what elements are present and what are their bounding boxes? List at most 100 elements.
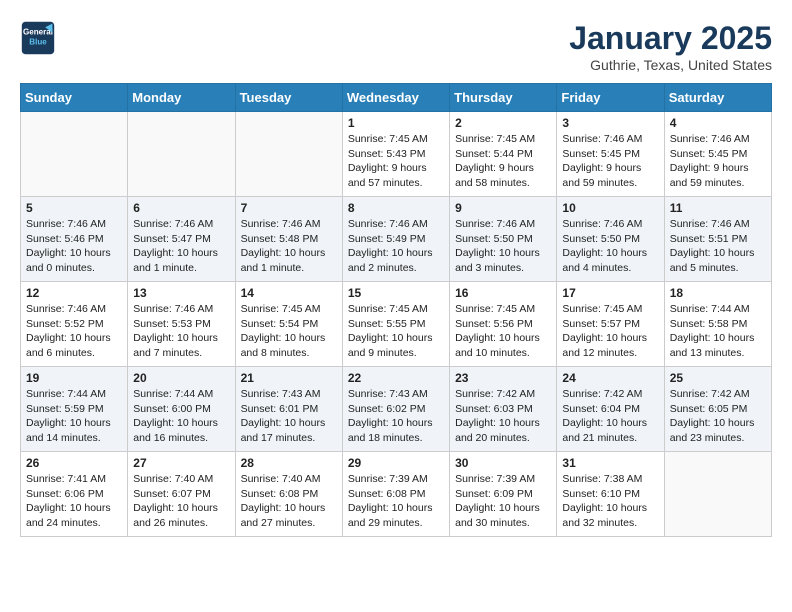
weekday-header: Monday: [128, 84, 235, 112]
calendar-cell: 15Sunrise: 7:45 AM Sunset: 5:55 PM Dayli…: [342, 282, 449, 367]
page-header: General Blue January 2025 Guthrie, Texas…: [20, 20, 772, 73]
day-number: 3: [562, 116, 658, 130]
day-number: 18: [670, 286, 766, 300]
calendar-week-row: 26 Sunrise: 7:41 AM Sunset: 6:06 PM Dayli…: [21, 452, 772, 537]
day-info: Sunrise: 7:45 AM Sunset: 5:54 PM Dayligh…: [241, 302, 337, 361]
day-info: Sunrise: 7:46 AM Sunset: 5:45 PM Dayligh…: [670, 132, 766, 191]
weekday-row: SundayMondayTuesdayWednesdayThursdayFrid…: [21, 84, 772, 112]
calendar-cell: 3 Sunrise: 7:46 AM Sunset: 5:45 PM Daylig…: [557, 112, 664, 197]
day-info: Sunrise: 7:44 AM Sunset: 6:00 PM Dayligh…: [133, 387, 229, 446]
calendar-cell: 10 Sunrise: 7:46 AM Sunset: 5:50 PM Dayli…: [557, 197, 664, 282]
calendar-cell: 27 Sunrise: 7:40 AM Sunset: 6:07 PM Dayli…: [128, 452, 235, 537]
day-info: Sunrise: 7:46 AM Sunset: 5:52 PM Dayligh…: [26, 302, 122, 361]
weekday-header: Wednesday: [342, 84, 449, 112]
calendar-cell: 16 Sunrise: 7:45 AM Sunset: 5:56 PM Dayli…: [450, 282, 557, 367]
day-number: 2: [455, 116, 551, 130]
calendar-cell: 24 Sunrise: 7:42 AM Sunset: 6:04 PM Dayli…: [557, 367, 664, 452]
day-info: Sunrise: 7:40 AM Sunset: 6:07 PM Dayligh…: [133, 472, 229, 531]
weekday-header: Friday: [557, 84, 664, 112]
calendar-week-row: 1 Sunrise: 7:45 AM Sunset: 5:43 PM Daylig…: [21, 112, 772, 197]
day-info: Sunrise: 7:45 AM Sunset: 5:56 PM Dayligh…: [455, 302, 551, 361]
day-info: Sunrise: 7:42 AM Sunset: 6:04 PM Dayligh…: [562, 387, 658, 446]
day-number: 28: [241, 456, 337, 470]
day-number: 22: [348, 371, 444, 385]
calendar-cell: 25 Sunrise: 7:42 AM Sunset: 6:05 PM Dayli…: [664, 367, 771, 452]
calendar-table: SundayMondayTuesdayWednesdayThursdayFrid…: [20, 83, 772, 537]
weekday-header: Thursday: [450, 84, 557, 112]
day-number: 29: [348, 456, 444, 470]
calendar-week-row: 12 Sunrise: 7:46 AM Sunset: 5:52 PM Dayli…: [21, 282, 772, 367]
day-number: 31: [562, 456, 658, 470]
calendar-cell: 1 Sunrise: 7:45 AM Sunset: 5:43 PM Daylig…: [342, 112, 449, 197]
day-info: Sunrise: 7:38 AM Sunset: 6:10 PM Dayligh…: [562, 472, 658, 531]
day-number: 8: [348, 201, 444, 215]
calendar-cell: 22 Sunrise: 7:43 AM Sunset: 6:02 PM Dayli…: [342, 367, 449, 452]
calendar-subtitle: Guthrie, Texas, United States: [569, 57, 772, 73]
calendar-cell: 30 Sunrise: 7:39 AM Sunset: 6:09 PM Dayli…: [450, 452, 557, 537]
calendar-cell: 23Sunrise: 7:42 AM Sunset: 6:03 PM Dayli…: [450, 367, 557, 452]
day-number: 19: [26, 371, 122, 385]
weekday-header: Saturday: [664, 84, 771, 112]
day-number: 9: [455, 201, 551, 215]
day-number: 13: [133, 286, 229, 300]
title-area: January 2025 Guthrie, Texas, United Stat…: [569, 20, 772, 73]
calendar-week-row: 19 Sunrise: 7:44 AM Sunset: 5:59 PM Dayli…: [21, 367, 772, 452]
day-info: Sunrise: 7:46 AM Sunset: 5:51 PM Dayligh…: [670, 217, 766, 276]
day-number: 11: [670, 201, 766, 215]
calendar-cell: 6Sunrise: 7:46 AM Sunset: 5:47 PM Daylig…: [128, 197, 235, 282]
weekday-header: Sunday: [21, 84, 128, 112]
calendar-cell: [664, 452, 771, 537]
weekday-header: Tuesday: [235, 84, 342, 112]
day-info: Sunrise: 7:39 AM Sunset: 6:09 PM Dayligh…: [455, 472, 551, 531]
day-info: Sunrise: 7:44 AM Sunset: 5:59 PM Dayligh…: [26, 387, 122, 446]
calendar-cell: 8 Sunrise: 7:46 AM Sunset: 5:49 PM Daylig…: [342, 197, 449, 282]
calendar-body: 1 Sunrise: 7:45 AM Sunset: 5:43 PM Daylig…: [21, 112, 772, 537]
day-info: Sunrise: 7:45 AM Sunset: 5:44 PM Dayligh…: [455, 132, 551, 191]
day-info: Sunrise: 7:41 AM Sunset: 6:06 PM Dayligh…: [26, 472, 122, 531]
day-number: 17: [562, 286, 658, 300]
day-number: 7: [241, 201, 337, 215]
calendar-cell: 9 Sunrise: 7:46 AM Sunset: 5:50 PM Daylig…: [450, 197, 557, 282]
day-number: 6: [133, 201, 229, 215]
calendar-cell: 7Sunrise: 7:46 AM Sunset: 5:48 PM Daylig…: [235, 197, 342, 282]
day-info: Sunrise: 7:45 AM Sunset: 5:55 PM Dayligh…: [348, 302, 444, 361]
day-number: 25: [670, 371, 766, 385]
calendar-cell: 2 Sunrise: 7:45 AM Sunset: 5:44 PM Daylig…: [450, 112, 557, 197]
day-info: Sunrise: 7:45 AM Sunset: 5:43 PM Dayligh…: [348, 132, 444, 191]
day-number: 23: [455, 371, 551, 385]
calendar-cell: 31 Sunrise: 7:38 AM Sunset: 6:10 PM Dayli…: [557, 452, 664, 537]
day-number: 12: [26, 286, 122, 300]
day-number: 24: [562, 371, 658, 385]
day-number: 14: [241, 286, 337, 300]
day-number: 5: [26, 201, 122, 215]
calendar-cell: 28Sunrise: 7:40 AM Sunset: 6:08 PM Dayli…: [235, 452, 342, 537]
calendar-cell: 5 Sunrise: 7:46 AM Sunset: 5:46 PM Daylig…: [21, 197, 128, 282]
day-info: Sunrise: 7:45 AM Sunset: 5:57 PM Dayligh…: [562, 302, 658, 361]
calendar-cell: [21, 112, 128, 197]
calendar-week-row: 5 Sunrise: 7:46 AM Sunset: 5:46 PM Daylig…: [21, 197, 772, 282]
calendar-header: SundayMondayTuesdayWednesdayThursdayFrid…: [21, 84, 772, 112]
day-info: Sunrise: 7:46 AM Sunset: 5:45 PM Dayligh…: [562, 132, 658, 191]
day-info: Sunrise: 7:46 AM Sunset: 5:46 PM Dayligh…: [26, 217, 122, 276]
day-info: Sunrise: 7:46 AM Sunset: 5:50 PM Dayligh…: [562, 217, 658, 276]
day-number: 26: [26, 456, 122, 470]
calendar-cell: 14 Sunrise: 7:45 AM Sunset: 5:54 PM Dayli…: [235, 282, 342, 367]
calendar-cell: 21Sunrise: 7:43 AM Sunset: 6:01 PM Dayli…: [235, 367, 342, 452]
calendar-cell: 4Sunrise: 7:46 AM Sunset: 5:45 PM Daylig…: [664, 112, 771, 197]
calendar-cell: [235, 112, 342, 197]
calendar-cell: 17 Sunrise: 7:45 AM Sunset: 5:57 PM Dayli…: [557, 282, 664, 367]
day-info: Sunrise: 7:42 AM Sunset: 6:05 PM Dayligh…: [670, 387, 766, 446]
calendar-cell: 13Sunrise: 7:46 AM Sunset: 5:53 PM Dayli…: [128, 282, 235, 367]
day-number: 30: [455, 456, 551, 470]
day-number: 27: [133, 456, 229, 470]
svg-text:Blue: Blue: [29, 37, 47, 46]
day-info: Sunrise: 7:43 AM Sunset: 6:02 PM Dayligh…: [348, 387, 444, 446]
day-info: Sunrise: 7:46 AM Sunset: 5:49 PM Dayligh…: [348, 217, 444, 276]
day-number: 10: [562, 201, 658, 215]
calendar-cell: 11 Sunrise: 7:46 AM Sunset: 5:51 PM Dayli…: [664, 197, 771, 282]
day-info: Sunrise: 7:46 AM Sunset: 5:50 PM Dayligh…: [455, 217, 551, 276]
calendar-cell: 20Sunrise: 7:44 AM Sunset: 6:00 PM Dayli…: [128, 367, 235, 452]
day-number: 16: [455, 286, 551, 300]
calendar-cell: 19 Sunrise: 7:44 AM Sunset: 5:59 PM Dayli…: [21, 367, 128, 452]
day-number: 1: [348, 116, 444, 130]
